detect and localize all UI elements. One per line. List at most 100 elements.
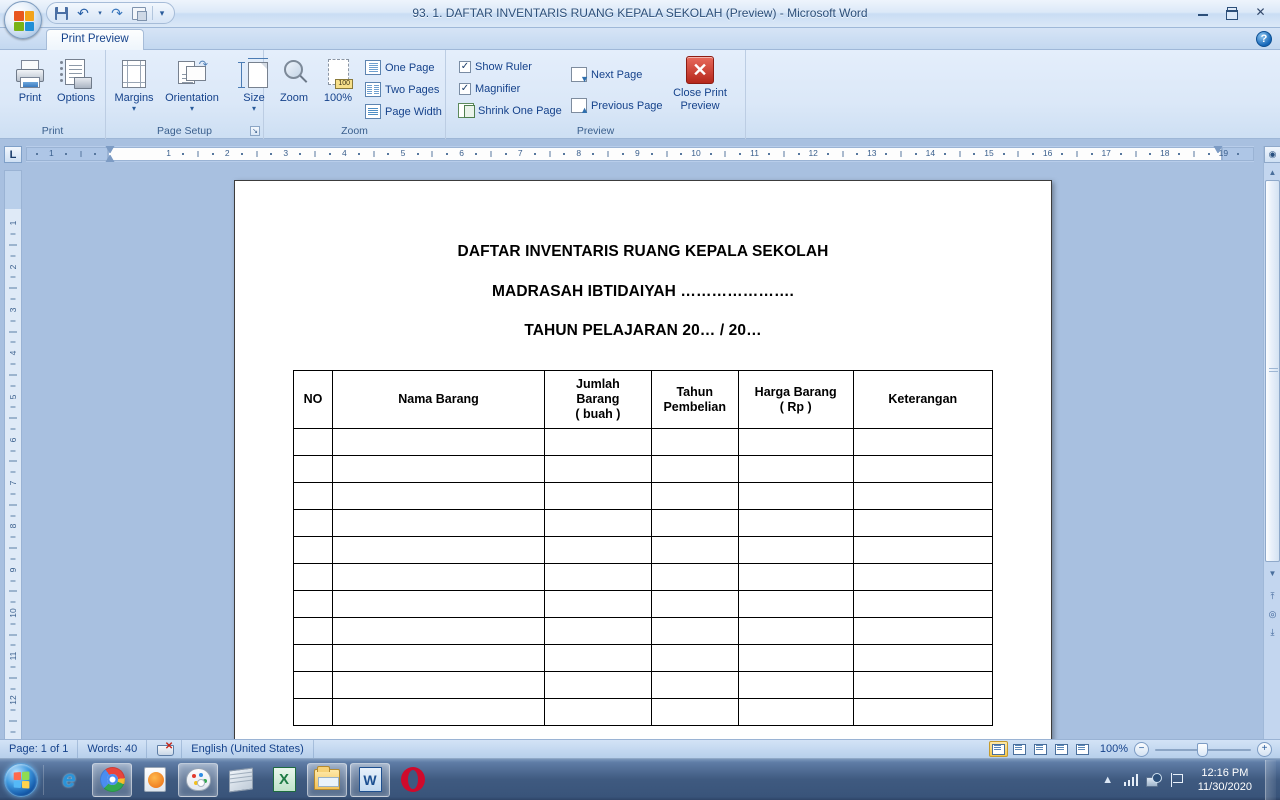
table-cell[interactable] — [331, 563, 546, 591]
table-cell[interactable] — [293, 563, 333, 591]
table-row[interactable] — [293, 644, 994, 672]
zoom-slider[interactable] — [1155, 742, 1251, 757]
page-indicator[interactable]: Page: 1 of 1 — [0, 739, 79, 759]
network-icon[interactable] — [1145, 772, 1162, 788]
table-cell[interactable] — [331, 536, 546, 564]
close-print-preview-button[interactable]: ✕ Close Print Preview — [664, 54, 736, 130]
next-page-scroll-button[interactable]: ⤓ — [1265, 624, 1280, 641]
table-cell[interactable] — [852, 509, 994, 537]
table-cell[interactable] — [331, 482, 546, 510]
table-cell[interactable] — [331, 698, 546, 726]
help-button[interactable]: ? — [1256, 31, 1272, 47]
options-button[interactable]: Options — [50, 54, 102, 126]
table-row[interactable] — [293, 455, 994, 483]
office-button[interactable] — [4, 1, 42, 39]
table-cell[interactable] — [544, 509, 652, 537]
table-cell[interactable] — [650, 698, 739, 726]
scrollbar-thumb[interactable] — [1265, 180, 1280, 562]
table-cell[interactable] — [852, 455, 994, 483]
clock[interactable]: 12:16 PM 11/30/2020 — [1192, 766, 1258, 794]
table-cell[interactable] — [650, 563, 739, 591]
table-cell[interactable] — [852, 617, 994, 645]
taskbar-item-google-chrome[interactable] — [92, 762, 132, 797]
one-page-button[interactable]: One Page — [362, 58, 438, 77]
right-indent-marker[interactable] — [1213, 146, 1223, 153]
table-cell[interactable] — [331, 509, 546, 537]
first-line-indent-marker[interactable] — [105, 146, 115, 153]
table-cell[interactable] — [293, 455, 333, 483]
taskbar-item-notepad[interactable] — [221, 763, 261, 797]
word-count[interactable]: Words: 40 — [78, 739, 148, 759]
table-row[interactable] — [293, 536, 994, 564]
table-cell[interactable] — [650, 455, 739, 483]
table-cell[interactable] — [544, 428, 652, 456]
table-cell[interactable] — [293, 671, 333, 699]
table-cell[interactable] — [331, 590, 546, 618]
previous-page-scroll-button[interactable]: ⤒ — [1265, 588, 1280, 605]
next-page-button[interactable]: Next Page — [568, 65, 645, 84]
table-cell[interactable] — [331, 671, 546, 699]
table-cell[interactable] — [293, 509, 333, 537]
table-cell[interactable] — [852, 671, 994, 699]
table-cell[interactable] — [852, 482, 994, 510]
table-row[interactable] — [293, 698, 994, 726]
zoom-out-button[interactable]: − — [1134, 741, 1149, 757]
table-cell[interactable] — [331, 428, 546, 456]
table-cell[interactable] — [293, 698, 333, 726]
table-row[interactable] — [293, 428, 994, 456]
table-cell[interactable] — [737, 698, 854, 726]
table-cell[interactable] — [650, 428, 739, 456]
taskbar-item-word[interactable] — [350, 762, 390, 797]
table-cell[interactable] — [852, 698, 994, 726]
page-width-button[interactable]: Page Width — [362, 102, 445, 121]
table-cell[interactable] — [293, 536, 333, 564]
table-row[interactable] — [293, 590, 994, 618]
table-cell[interactable] — [737, 563, 854, 591]
margins-button[interactable]: Margins ▾ — [108, 54, 160, 126]
table-row[interactable] — [293, 671, 994, 699]
vertical-ruler[interactable]: 1 2 3 4 5 6 7 8 9 10 11 12 — [4, 170, 22, 740]
shrink-one-page-button[interactable]: Shrink One Page — [455, 101, 565, 120]
minimize-button[interactable] — [1189, 2, 1216, 21]
print-button[interactable]: Print — [4, 54, 56, 126]
table-row[interactable] — [293, 617, 994, 645]
table-cell[interactable] — [544, 644, 652, 672]
table-cell[interactable] — [544, 698, 652, 726]
document-page[interactable]: DAFTAR INVENTARIS RUANG KEPALA SEKOLAH M… — [234, 180, 1052, 740]
table-cell[interactable] — [650, 590, 739, 618]
view-outline-button[interactable] — [1052, 741, 1071, 757]
table-cell[interactable] — [544, 563, 652, 591]
orientation-button[interactable]: ↷ Orientation ▾ — [156, 54, 228, 126]
show-hidden-icons-button[interactable]: ▲ — [1100, 772, 1116, 788]
inventory-table[interactable]: NO Nama Barang Jumlah Barang ( buah ) Ta… — [293, 370, 994, 726]
table-cell[interactable] — [650, 536, 739, 564]
table-cell[interactable] — [293, 482, 333, 510]
table-cell[interactable] — [293, 617, 333, 645]
two-pages-button[interactable]: Two Pages — [362, 80, 442, 99]
table-cell[interactable] — [737, 671, 854, 699]
table-cell[interactable] — [544, 482, 652, 510]
show-desktop-button[interactable] — [1265, 759, 1276, 800]
scroll-up-button[interactable]: ▲ — [1265, 165, 1280, 179]
zoom-level[interactable]: 100% — [1098, 743, 1128, 755]
taskbar-item-paint[interactable] — [178, 762, 218, 797]
table-cell[interactable] — [852, 590, 994, 618]
start-button[interactable] — [4, 762, 38, 797]
zoom-100-button[interactable]: 100 100% — [312, 54, 364, 126]
table-cell[interactable] — [737, 644, 854, 672]
table-cell[interactable] — [544, 617, 652, 645]
table-cell[interactable] — [852, 563, 994, 591]
table-cell[interactable] — [544, 536, 652, 564]
zoom-slider-handle[interactable] — [1197, 742, 1208, 757]
table-cell[interactable] — [293, 590, 333, 618]
taskbar-item-opera[interactable] — [393, 763, 433, 797]
action-center-flag-icon[interactable] — [1169, 772, 1185, 788]
horizontal-ruler[interactable]: 1 1 2 3 4 5 6 7 8 9 10 11 12 13 14 15 16 17 18 19 — [26, 146, 1254, 162]
view-full-screen-reading-button[interactable] — [1010, 741, 1029, 757]
view-draft-button[interactable] — [1073, 741, 1092, 757]
browse-object-selector[interactable]: ◎ — [1265, 606, 1280, 623]
table-cell[interactable] — [293, 644, 333, 672]
language-indicator[interactable]: English (United States) — [182, 739, 314, 759]
table-cell[interactable] — [852, 428, 994, 456]
table-cell[interactable] — [737, 509, 854, 537]
